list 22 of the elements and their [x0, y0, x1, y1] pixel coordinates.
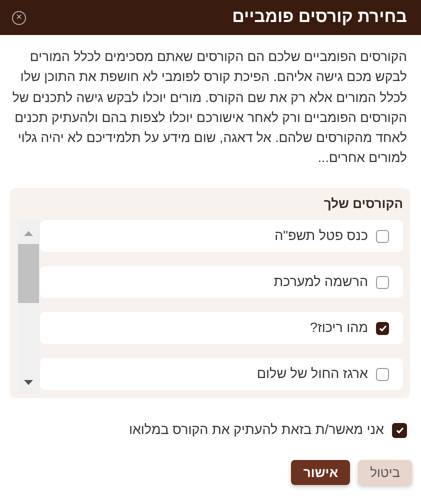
checkbox[interactable] — [376, 368, 389, 380]
checkbox[interactable] — [392, 422, 407, 438]
checkbox[interactable] — [376, 322, 389, 334]
scroll-up-icon[interactable] — [24, 231, 33, 236]
cancel-button[interactable]: ביטול — [358, 460, 412, 486]
check-icon — [396, 426, 404, 434]
course-item[interactable]: הרשמה למערכת — [40, 266, 403, 298]
scroll-thumb[interactable] — [18, 244, 39, 303]
checkbox[interactable] — [376, 276, 389, 288]
course-item[interactable]: כנס פטל תשפ"ה — [40, 220, 403, 252]
panel-title: הקורסים שלך — [322, 196, 403, 212]
confirm-button[interactable]: אישור — [291, 460, 350, 486]
course-item[interactable]: ארגז החול של שלום — [40, 358, 403, 390]
checkbox[interactable] — [376, 230, 389, 242]
confirm-checkbox-row[interactable]: אני מאשר/ת בזאת להעתיק את הקורס במלואו — [0, 398, 421, 440]
check-icon — [378, 324, 386, 332]
dialog-title: בחירת קורסים פומביים — [232, 7, 407, 28]
course-item[interactable]: מהו ריכוז? — [40, 312, 403, 344]
scroll-down-icon[interactable] — [24, 380, 33, 385]
description-text: הקורסים הפומביים שלכם הם הקורסים שאתם מסכימים לכלל המורים לבקש מכם גישה אליהם. הפיכת קורס לפומבי לא חושפת את התוכן שלו לכלל המורים אלא רק את שם הקורס. מורים יוכלו לבקש גישה לתכנים של הקורסים הפומביים ורק לאחר אישורכם יוכלו לצפות בהם ולהעתיק תכנים לאחד מהקורסים שלהם. אל דאגה, שום מידע על תלמידיכם לא יהיה גלוי למורים אחרים... — [11, 48, 408, 168]
scrollbar[interactable] — [17, 220, 40, 394]
close-button[interactable]: × — [12, 10, 26, 24]
